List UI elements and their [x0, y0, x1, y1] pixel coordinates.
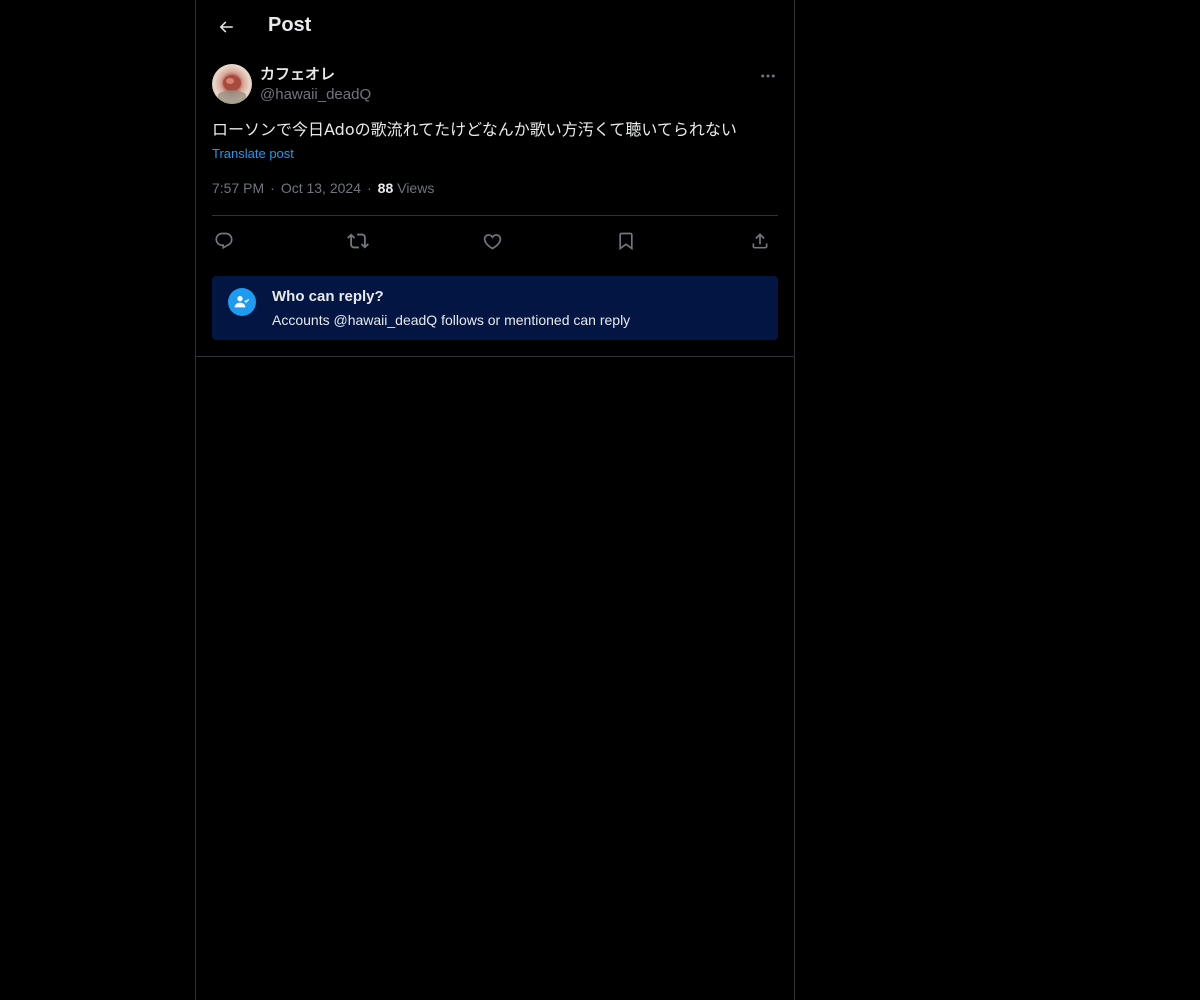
- reply-restriction-description: Accounts @hawaii_deadQ follows or mentio…: [272, 312, 631, 328]
- author-handle[interactable]: @hawaii_deadQ: [260, 85, 371, 105]
- separator-dot: ·: [270, 180, 275, 196]
- primary-column: Post カフェオレ @hawaii_deadQ ローソンで今日Adoの歌流れて…: [195, 0, 795, 1000]
- post-text: ローソンで今日Adoの歌流れてたけどなんか歌い方汚くて聴いてられない: [212, 120, 737, 139]
- post-actions-bar: [212, 226, 778, 256]
- page-title: Post: [268, 14, 312, 36]
- post-metadata: 7:57 PM · Oct 13, 2024 · 88 Views: [212, 180, 434, 196]
- heart-icon: [483, 233, 501, 250]
- views-count[interactable]: 88: [378, 180, 394, 196]
- more-options-button[interactable]: [758, 66, 778, 86]
- more-horizontal-icon: [761, 74, 775, 78]
- reply-button[interactable]: [212, 229, 236, 253]
- separator-dot: ·: [366, 180, 372, 196]
- like-button[interactable]: [480, 229, 504, 253]
- views-label: Views: [397, 180, 435, 196]
- arrow-left-icon: [219, 21, 233, 33]
- author-display-name[interactable]: カフェオレ: [260, 65, 371, 85]
- repost-icon: [347, 233, 369, 249]
- bookmark-button[interactable]: [614, 229, 638, 253]
- share-button[interactable]: [748, 229, 772, 253]
- post-date[interactable]: Oct 13, 2024: [281, 180, 361, 196]
- share-icon: [752, 233, 768, 249]
- avatar[interactable]: [212, 64, 252, 104]
- reply-restriction-title: Who can reply?: [272, 288, 384, 305]
- back-button[interactable]: [212, 13, 240, 41]
- author-info: カフェオレ @hawaii_deadQ: [260, 65, 371, 105]
- reply-restriction-notice: Who can reply? Accounts @hawaii_deadQ fo…: [212, 276, 778, 340]
- avatar-image: [218, 75, 246, 104]
- user-check-icon: [228, 288, 256, 316]
- post-time[interactable]: 7:57 PM: [212, 180, 264, 196]
- reply-icon: [215, 232, 233, 250]
- post-header: Post: [196, 0, 794, 54]
- translate-post-link[interactable]: Translate post: [212, 146, 294, 161]
- post-detail: カフェオレ @hawaii_deadQ ローソンで今日Adoの歌流れてたけどなん…: [196, 54, 794, 357]
- divider: [212, 215, 778, 216]
- repost-button[interactable]: [346, 229, 370, 253]
- user-check-glyph: [234, 296, 250, 308]
- bookmark-icon: [619, 232, 633, 251]
